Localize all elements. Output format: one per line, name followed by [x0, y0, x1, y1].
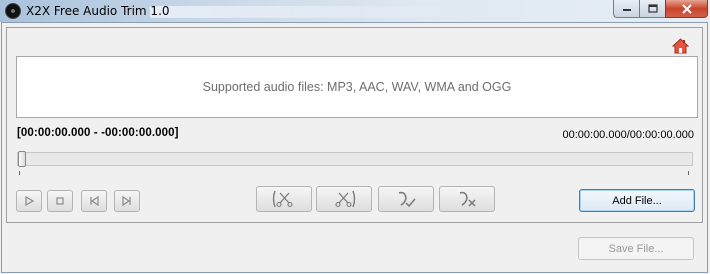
add-file-button[interactable]: Add File... — [579, 189, 695, 212]
selection-range-label: [00:00:00.000 - -00:00:00.000] — [17, 127, 179, 139]
home-icon[interactable] — [672, 38, 689, 54]
app-logo-icon[interactable] — [5, 3, 21, 19]
minimize-icon — [622, 8, 631, 11]
close-icon — [681, 3, 692, 14]
seek-track[interactable] — [17, 152, 693, 166]
trim-end-button[interactable] — [316, 186, 372, 212]
stop-button[interactable] — [47, 190, 73, 212]
window-title: X2X Free Audio Trim 1.0 — [26, 4, 170, 18]
skip-to-end-button[interactable] — [114, 190, 140, 212]
seek-slider-handle[interactable] — [18, 151, 26, 167]
skip-end-icon — [122, 195, 131, 207]
scissors-left-icon — [272, 190, 293, 208]
background-window-ghost — [150, 6, 470, 18]
title-bar[interactable]: X2X Free Audio Trim 1.0 — [0, 0, 710, 22]
playback-time-label: 00:00:00.000/00:00:00.000 — [562, 129, 694, 141]
scissors-right-icon — [335, 190, 356, 208]
play-icon — [25, 195, 35, 207]
keep-selection-button[interactable] — [378, 186, 434, 212]
trim-start-button[interactable] — [256, 186, 312, 212]
window-controls — [613, 0, 708, 18]
editor-panel: Supported audio files: MP3, AAC, WAV, WM… — [6, 27, 703, 223]
skip-start-icon — [90, 195, 99, 207]
file-drop-area[interactable]: Supported audio files: MP3, AAC, WAV, WM… — [16, 56, 698, 118]
supported-formats-label: Supported audio files: MP3, AAC, WAV, WM… — [202, 80, 512, 94]
stop-icon — [56, 197, 64, 205]
play-button[interactable] — [16, 190, 42, 212]
close-button[interactable] — [665, 0, 708, 18]
pen-check-icon — [398, 191, 416, 208]
skip-to-start-button[interactable] — [81, 190, 107, 212]
maximize-button[interactable] — [639, 0, 665, 18]
seek-end-tick — [688, 171, 689, 175]
seek-start-tick — [19, 171, 20, 175]
save-file-button[interactable]: Save File... — [578, 237, 694, 260]
pen-cross-icon — [459, 191, 476, 207]
maximize-icon — [647, 4, 658, 13]
delete-selection-button[interactable] — [439, 186, 495, 212]
minimize-button[interactable] — [613, 0, 639, 18]
main-window: Supported audio files: MP3, AAC, WAV, WM… — [1, 22, 708, 273]
